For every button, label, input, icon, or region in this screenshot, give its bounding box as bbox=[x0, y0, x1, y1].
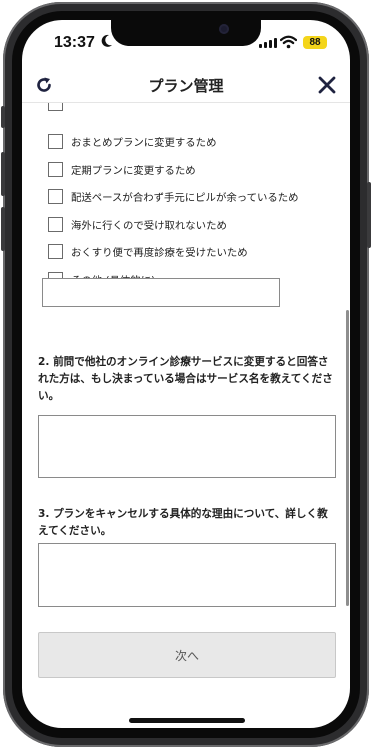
checkbox[interactable] bbox=[48, 188, 63, 204]
question-2-textarea[interactable] bbox=[38, 415, 336, 478]
moon-icon bbox=[101, 34, 113, 52]
action-button bbox=[1, 106, 5, 128]
reason-label: 海外に行くので受け取れないため bbox=[71, 219, 227, 232]
checkbox[interactable] bbox=[48, 133, 63, 149]
reason-option[interactable]: おまとめプランに変更するため bbox=[48, 132, 216, 150]
scrollbar[interactable] bbox=[346, 310, 349, 606]
reason-option[interactable]: 海外に行くので受け取れないため bbox=[48, 215, 227, 233]
volume-down-button bbox=[1, 207, 5, 251]
question-2-label: 2. 前問で他社のオンライン診療サービスに変更すると回答された方は、もし決まって… bbox=[38, 356, 333, 402]
volume-up-button bbox=[1, 152, 5, 196]
reason-label: 配送ペースが合わず手元にピルが余っているため bbox=[71, 191, 299, 204]
checkbox[interactable] bbox=[48, 103, 63, 111]
question-3-textarea[interactable] bbox=[38, 543, 336, 607]
reason-label: 定期プランに変更するため bbox=[71, 164, 196, 177]
form-content: おまとめプランに変更するため 定期プランに変更するため 配送ペースが合わず手元に… bbox=[22, 103, 350, 728]
status-time: 13:37 bbox=[54, 34, 95, 51]
question-3-label: 3. プランをキャンセルする具体的な理由について、詳しく教えてください。 bbox=[38, 508, 328, 537]
app-header: プラン管理 bbox=[22, 74, 350, 100]
checkbox[interactable] bbox=[48, 243, 63, 259]
camera-icon bbox=[219, 24, 229, 34]
other-reason-input[interactable] bbox=[42, 278, 280, 307]
home-indicator[interactable] bbox=[129, 718, 245, 723]
next-button[interactable]: 次へ bbox=[38, 632, 336, 678]
checkbox[interactable] bbox=[48, 216, 63, 232]
reason-option[interactable] bbox=[48, 103, 71, 112]
reason-option[interactable]: おくすり便で再度診療を受けたいため bbox=[48, 242, 248, 260]
reason-option[interactable]: 配送ペースが合わず手元にピルが余っているため bbox=[48, 187, 299, 205]
close-icon[interactable] bbox=[318, 76, 336, 98]
reason-label: おくすり便で再度診療を受けたいため bbox=[71, 246, 248, 259]
power-button bbox=[367, 182, 371, 248]
battery-icon: 88 bbox=[303, 36, 327, 49]
status-bar: 13:37 88 bbox=[22, 34, 350, 56]
checkbox[interactable] bbox=[48, 161, 63, 177]
reason-label: おまとめプランに変更するため bbox=[71, 136, 217, 149]
screen: 13:37 88 プラン管理 おまとめプランに変更するため 定期プランに変更する… bbox=[22, 20, 350, 728]
reason-option[interactable]: 定期プランに変更するため bbox=[48, 160, 196, 178]
page-title: プラン管理 bbox=[148, 77, 224, 95]
cellular-signal-icon bbox=[259, 38, 277, 48]
wifi-icon bbox=[279, 34, 298, 53]
